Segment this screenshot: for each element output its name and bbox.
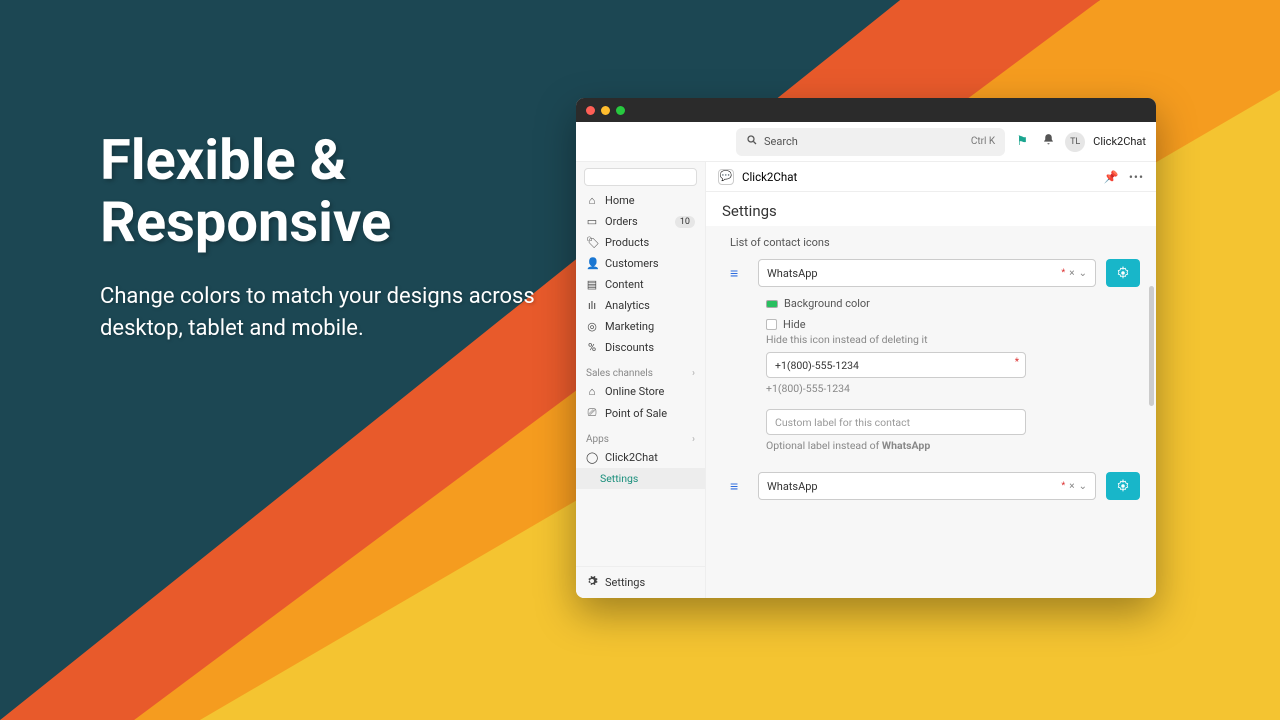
- sidebar-item-marketing[interactable]: ◎ Marketing: [576, 316, 705, 337]
- sidebar-item-click2chat[interactable]: ◯ Click2Chat: [576, 447, 705, 468]
- close-dot[interactable]: [586, 106, 595, 115]
- sidebar-item-analytics[interactable]: ılı Analytics: [576, 295, 705, 316]
- avatar[interactable]: TL: [1065, 132, 1085, 152]
- chevron-right-icon: ›: [692, 368, 695, 379]
- contact-detail: Background color Hide Hide this icon ins…: [766, 297, 1140, 452]
- minimize-dot[interactable]: [601, 106, 610, 115]
- user-name: Click2Chat: [1093, 135, 1146, 148]
- sidebar: ⌂ Home ▭ Orders 10 🏷 Products 👤 Customer…: [576, 162, 706, 598]
- phone-input[interactable]: +1(800)-555-1234: [766, 352, 1026, 378]
- color-swatch[interactable]: [766, 300, 778, 308]
- contact-type-select[interactable]: WhatsApp *×⌄: [758, 472, 1096, 500]
- drag-handle-icon[interactable]: ≡: [730, 259, 748, 282]
- hide-help: Hide this icon instead of deleting it: [766, 333, 1140, 346]
- drag-handle-icon[interactable]: ≡: [730, 472, 748, 495]
- search-input[interactable]: Search Ctrl K: [736, 128, 1005, 156]
- sidebar-item-pos[interactable]: ⎚ Point of Sale: [576, 402, 705, 424]
- hero-copy: Flexible & Responsive Change colors to m…: [100, 130, 540, 345]
- home-icon: ⌂: [586, 194, 598, 207]
- content: List of contact icons ≡ WhatsApp *×⌄: [706, 226, 1156, 598]
- contact-settings-button[interactable]: [1106, 472, 1140, 500]
- sidebar-top-field[interactable]: [584, 168, 697, 186]
- sidebar-item-products[interactable]: 🏷 Products: [576, 232, 705, 253]
- contact-row: ≡ WhatsApp *×⌄: [730, 259, 1140, 287]
- discounts-icon: %: [586, 341, 598, 354]
- scrollbar[interactable]: [1149, 286, 1154, 406]
- bgcolor-label: Background color: [784, 297, 870, 310]
- products-icon: 🏷: [586, 236, 598, 249]
- sidebar-item-click2chat-settings[interactable]: Settings: [576, 468, 705, 489]
- sidebar-settings[interactable]: Settings: [576, 566, 705, 598]
- gear-icon: [586, 575, 598, 590]
- custom-label-input[interactable]: Custom label for this contact: [766, 409, 1026, 435]
- content-icon: ▤: [586, 278, 598, 291]
- main-panel: 💬 Click2Chat 📌 ••• Settings List of cont…: [706, 162, 1156, 598]
- sidebar-section-apps[interactable]: Apps ›: [576, 428, 705, 447]
- sidebar-item-online-store[interactable]: ⌂ Online Store: [576, 381, 705, 402]
- search-placeholder: Search: [764, 135, 798, 148]
- orders-icon: ▭: [586, 215, 598, 228]
- search-icon: [746, 134, 758, 149]
- orders-badge: 10: [675, 216, 695, 228]
- bell-icon[interactable]: [1039, 133, 1057, 150]
- sidebar-item-content[interactable]: ▤ Content: [576, 274, 705, 295]
- hide-label: Hide: [783, 318, 806, 331]
- promo-stage: Flexible & Responsive Change colors to m…: [0, 0, 1280, 720]
- app-window: Search Ctrl K ⚑ TL Click2Chat ⌂ Home ▭ O…: [576, 98, 1156, 598]
- analytics-icon: ılı: [586, 299, 598, 312]
- contact-settings-button[interactable]: [1106, 259, 1140, 287]
- maximize-dot[interactable]: [616, 106, 625, 115]
- chevron-right-icon: ›: [692, 434, 695, 445]
- custom-label-help: Optional label instead of WhatsApp: [766, 439, 1140, 452]
- customers-icon: 👤: [586, 257, 598, 270]
- store-icon: ⌂: [586, 385, 598, 398]
- window-body: ⌂ Home ▭ Orders 10 🏷 Products 👤 Customer…: [576, 162, 1156, 598]
- sidebar-item-customers[interactable]: 👤 Customers: [576, 253, 705, 274]
- contact-type-select[interactable]: WhatsApp *×⌄: [758, 259, 1096, 287]
- phone-help: +1(800)-555-1234: [766, 382, 1140, 395]
- app-name: Click2Chat: [742, 170, 797, 184]
- click2chat-icon: 💬: [718, 169, 734, 185]
- search-shortcut: Ctrl K: [971, 136, 995, 147]
- marketing-icon: ◎: [586, 320, 598, 333]
- pos-icon: ⎚: [586, 406, 598, 420]
- page-title: Settings: [706, 192, 1156, 226]
- sidebar-item-home[interactable]: ⌂ Home: [576, 190, 705, 211]
- flag-icon[interactable]: ⚑: [1013, 134, 1031, 149]
- app-header: 💬 Click2Chat 📌 •••: [706, 162, 1156, 192]
- hero-subheading: Change colors to match your designs acro…: [100, 281, 540, 345]
- contact-row: ≡ WhatsApp *×⌄: [730, 472, 1140, 500]
- section-label: List of contact icons: [730, 236, 1140, 249]
- sidebar-item-discounts[interactable]: % Discounts: [576, 337, 705, 358]
- app-icon: ◯: [586, 451, 598, 464]
- hide-checkbox[interactable]: [766, 319, 777, 330]
- sidebar-section-sales-channels[interactable]: Sales channels ›: [576, 362, 705, 381]
- window-titlebar: [576, 98, 1156, 122]
- more-icon[interactable]: •••: [1129, 170, 1144, 184]
- hero-heading: Flexible & Responsive: [100, 130, 540, 253]
- sidebar-item-orders[interactable]: ▭ Orders 10: [576, 211, 705, 232]
- topbar: Search Ctrl K ⚑ TL Click2Chat: [576, 122, 1156, 162]
- pin-icon[interactable]: 📌: [1104, 170, 1119, 184]
